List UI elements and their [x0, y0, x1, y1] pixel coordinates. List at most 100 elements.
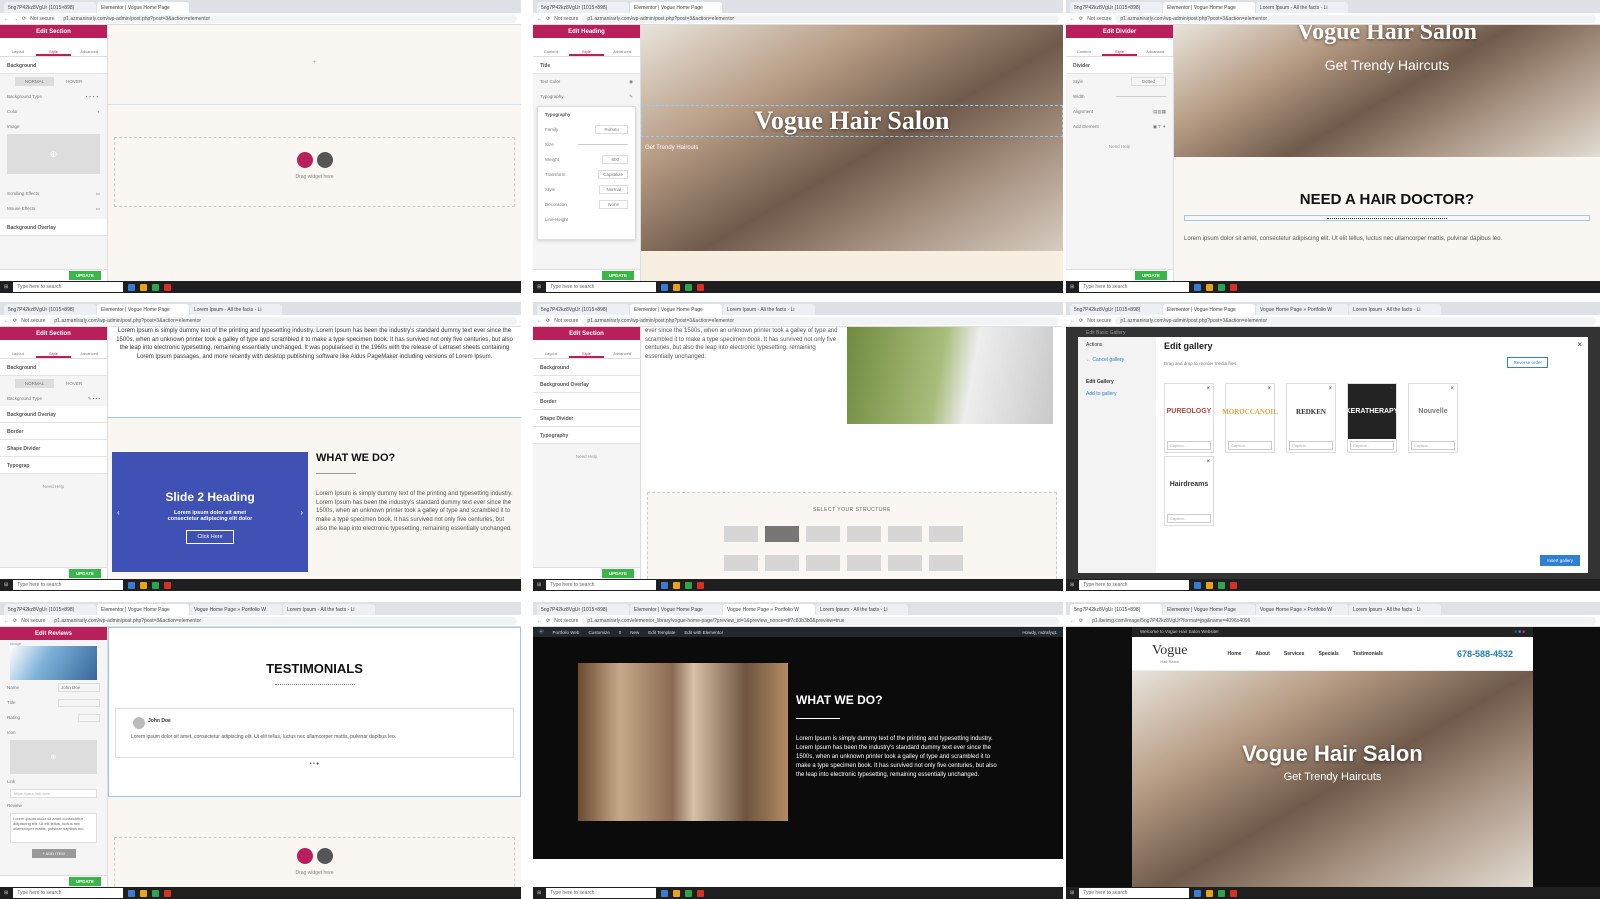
slide[interactable]: Slide 2 Heading Lorem ipsum dolor sit am…	[112, 452, 308, 572]
browser-tab[interactable]: Lorem Ipsum - All the facts - Li	[816, 604, 908, 615]
reload-icon[interactable]: ⟳	[1079, 16, 1083, 22]
back-icon[interactable]: ←	[1070, 618, 1075, 624]
edit-icon[interactable]: ✎	[629, 94, 633, 100]
nav-specials[interactable]: Specials	[1318, 651, 1338, 657]
app-icon[interactable]	[152, 581, 160, 589]
transform-select[interactable]: Capitalize	[598, 170, 628, 179]
tab-style[interactable]: Style	[35, 340, 72, 358]
app-icon[interactable]	[164, 889, 172, 897]
app-icon[interactable]	[697, 581, 705, 589]
admin-comments-count[interactable]: 0	[619, 630, 622, 635]
caption-input[interactable]: Caption...	[1167, 441, 1211, 450]
normal-toggle[interactable]: NORMAL	[14, 379, 55, 388]
reload-icon[interactable]: ⟳	[22, 16, 26, 22]
app-icon[interactable]	[128, 283, 136, 291]
width-slider[interactable]	[1116, 96, 1166, 97]
chevron-left-icon[interactable]: ‹	[117, 508, 120, 517]
structure-option[interactable]	[765, 555, 799, 571]
remove-icon[interactable]: ×	[1389, 386, 1393, 392]
reload-icon[interactable]: ⟳	[1079, 318, 1083, 324]
social-icons[interactable]: ■ ■ ■	[1514, 629, 1525, 635]
phone-number[interactable]: 678-588-4532	[1457, 649, 1513, 659]
url-field[interactable]: p1.azmanirarly.com/elementor_library/vog…	[582, 616, 1059, 625]
what-text[interactable]: Lorem Ipsum is simply dummy text of the …	[796, 735, 1001, 780]
browser-tab[interactable]: 5ng7P42kz8VgUr (1015×898)	[1070, 2, 1162, 13]
app-icon[interactable]	[685, 581, 693, 589]
caption-input[interactable]: Caption...	[1228, 441, 1272, 450]
remove-icon[interactable]: ×	[1206, 459, 1210, 465]
tab-style[interactable]: Style	[1101, 38, 1138, 56]
tab-content[interactable]: Content	[1066, 38, 1102, 56]
tab-style[interactable]: Style	[35, 38, 72, 56]
slide-heading[interactable]: Slide 2 Heading	[112, 490, 308, 504]
admin-elementor-link[interactable]: Edit with Elementor	[684, 630, 723, 635]
tab-style[interactable]: Style	[568, 340, 605, 358]
edit-gallery-link[interactable]: Edit Gallery	[1086, 379, 1148, 385]
tab-advanced[interactable]: Advanced	[71, 38, 107, 56]
need-help-link[interactable]: Need Help	[1066, 144, 1173, 149]
empty-section[interactable]: +	[108, 25, 521, 105]
slide-text[interactable]: Lorem ipsum dolor sit amet consectetur a…	[158, 510, 262, 522]
browser-tab[interactable]: Elementor | Vogue Home Page	[1163, 604, 1255, 615]
section-overlay[interactable]: Background Overlay	[533, 376, 640, 393]
add-to-gallery-link[interactable]: Add to gallery	[1086, 391, 1148, 397]
slide-button[interactable]: Click Here	[186, 530, 234, 544]
title-field[interactable]	[58, 698, 100, 707]
app-icon[interactable]	[1206, 283, 1214, 291]
reload-icon[interactable]: ⟳	[13, 618, 17, 624]
windows-icon[interactable]: ⊞	[1070, 284, 1074, 290]
reverse-order-button[interactable]: Reverse order	[1507, 357, 1548, 368]
admin-new-link[interactable]: New	[630, 630, 639, 635]
browser-tab[interactable]: Lorem Ipsum - All the facts - Li	[1349, 604, 1441, 615]
update-button[interactable]: UPDATE	[1134, 271, 1167, 280]
windows-icon[interactable]: ⊞	[537, 582, 541, 588]
link-field[interactable]: https://your-link.com	[10, 789, 97, 798]
section-typography[interactable]: Typography	[533, 427, 640, 444]
app-icon[interactable]	[1206, 581, 1214, 589]
add-template-icon[interactable]	[316, 848, 333, 864]
add-template-icon[interactable]	[316, 152, 333, 168]
browser-tab[interactable]: 5ng7P42kz8VgUr (1015×898)	[4, 304, 96, 315]
url-field[interactable]: p1.azmanirarly.com/wp-admin/post.php?pos…	[582, 316, 1059, 325]
add-element-options[interactable]: ▣ T ✦	[1153, 124, 1166, 130]
section-text[interactable]: Lorem ipsum dolor sit amet, consectetur …	[1184, 235, 1590, 244]
windows-icon[interactable]: ⊞	[4, 284, 8, 290]
review-image[interactable]	[10, 646, 97, 680]
update-button[interactable]: UPDATE	[601, 271, 634, 280]
section-border[interactable]: Border	[533, 393, 640, 410]
update-button[interactable]: UPDATE	[601, 569, 634, 578]
windows-icon[interactable]: ⊞	[4, 890, 8, 896]
weight-select[interactable]: 600	[602, 155, 628, 164]
windows-icon[interactable]: ⊞	[4, 582, 8, 588]
app-icon[interactable]	[1194, 283, 1202, 291]
update-button[interactable]: UPDATE	[68, 569, 101, 578]
reload-icon[interactable]: ⟳	[546, 318, 550, 324]
app-icon[interactable]	[128, 581, 136, 589]
app-icon[interactable]	[1230, 283, 1238, 291]
cancel-gallery-link[interactable]: ← Cancel gallery	[1086, 357, 1148, 363]
app-icon[interactable]	[697, 889, 705, 897]
gallery-thumbnail[interactable]: PUREOLOGY Caption... ×	[1164, 383, 1214, 453]
nav-services[interactable]: Services	[1284, 651, 1305, 657]
update-button[interactable]: UPDATE	[68, 877, 101, 886]
insert-gallery-button[interactable]: Insert gallery	[1540, 555, 1580, 566]
section-overlay[interactable]: Background Overlay	[0, 406, 107, 423]
app-icon[interactable]	[1218, 889, 1226, 897]
url-field[interactable]: p1.azmanirarly.com/wp-admin/post.php?pos…	[49, 316, 517, 325]
tab-layout[interactable]: Layout	[533, 340, 569, 358]
close-icon[interactable]: ×	[1577, 340, 1582, 349]
wordpress-icon[interactable]: ⓦ	[539, 629, 544, 635]
url-field[interactable]: p1.azmanirarly.com/wp-admin/post.php?pos…	[58, 14, 517, 23]
browser-tab[interactable]: 5ng7P42kz8VgUr (1015×898)	[1070, 604, 1162, 615]
taskbar-search[interactable]: Type here to search	[546, 888, 657, 898]
gallery-thumbnail[interactable]: Hairdreams Caption... ×	[1164, 456, 1214, 526]
name-field[interactable]: John Doe	[58, 683, 100, 692]
section-background[interactable]: Background	[533, 359, 640, 376]
hero-subtitle[interactable]: Get Trendy Haircuts	[1174, 57, 1600, 73]
drop-area[interactable]: Drag widget here	[114, 137, 515, 207]
app-icon[interactable]	[673, 889, 681, 897]
reload-icon[interactable]: ⟳	[13, 318, 17, 324]
structure-option[interactable]	[724, 526, 758, 542]
browser-tab[interactable]: Elementor | Vogue Home Page	[97, 2, 189, 13]
icon-placeholder[interactable]: ⊕	[10, 740, 97, 774]
